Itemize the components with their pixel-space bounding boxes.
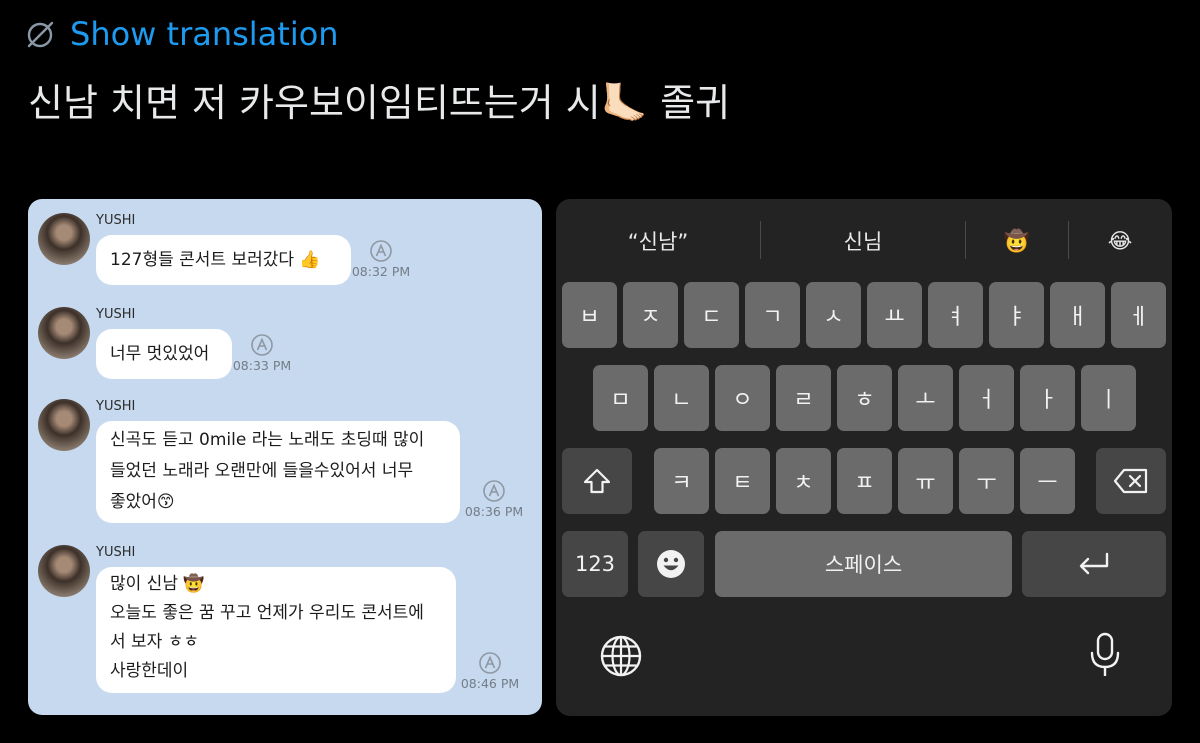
message-line: 많이 신남 🤠 bbox=[110, 574, 205, 594]
key[interactable]: ㅔ bbox=[1111, 282, 1166, 348]
key[interactable]: ㅎ bbox=[837, 365, 892, 431]
avatar bbox=[38, 307, 90, 359]
microphone-icon[interactable] bbox=[1088, 631, 1122, 679]
translate-icon bbox=[27, 21, 54, 48]
message-bubble: 신곡도 듣고 0mile 라는 노래도 초딩때 많이 들었던 노래라 오랜만에 … bbox=[96, 421, 460, 523]
read-status-icon bbox=[479, 652, 501, 674]
read-status-icon bbox=[370, 240, 392, 262]
message-line: 들었던 노래라 오랜만에 들을수있어서 너무 bbox=[110, 461, 414, 481]
shift-key[interactable] bbox=[562, 448, 632, 514]
emoji-icon bbox=[657, 550, 685, 578]
suggestion-item[interactable]: 신님 bbox=[761, 221, 965, 261]
message-line: 너무 멋있었어 bbox=[110, 344, 210, 364]
suggestion-emoji[interactable]: 🤠 bbox=[966, 221, 1068, 261]
message-bubble: 127형들 콘서트 보러갔다 👍 bbox=[96, 235, 351, 285]
message-line: 127형들 콘서트 보러갔다 👍 bbox=[110, 250, 321, 270]
key[interactable]: ㅑ bbox=[989, 282, 1044, 348]
key[interactable]: ㅍ bbox=[837, 448, 892, 514]
key[interactable]: ㅛ bbox=[867, 282, 922, 348]
key[interactable]: ㅕ bbox=[928, 282, 983, 348]
read-status-icon bbox=[483, 480, 505, 502]
key[interactable]: ㅜ bbox=[959, 448, 1014, 514]
key[interactable]: ㅠ bbox=[898, 448, 953, 514]
message-meta: 08:36 PM bbox=[464, 479, 524, 519]
tweet-text: 신남 치면 저 카우보이임티뜨는거 시🦶🏻 졸귀 bbox=[28, 81, 731, 125]
show-translation-link[interactable]: Show translation bbox=[24, 14, 339, 54]
message-bubble: 너무 멋있었어 bbox=[96, 329, 232, 379]
key[interactable]: ㅣ bbox=[1081, 365, 1136, 431]
key[interactable]: ㅂ bbox=[562, 282, 617, 348]
read-status-icon bbox=[251, 334, 273, 356]
message-line: 서 보자 ㅎㅎ bbox=[110, 632, 200, 652]
sender-name: YUSHI bbox=[96, 399, 136, 414]
key[interactable]: ㄱ bbox=[745, 282, 800, 348]
suggestion-emoji[interactable]: 😂 bbox=[1069, 221, 1171, 261]
message-line: 오늘도 좋은 꿈 꾸고 언제가 우리도 콘서트에 bbox=[110, 603, 424, 623]
keyboard-screenshot: “신남” 신님 🤠 😂 ㅂ ㅈ ㄷ ㄱ ㅅ ㅛ ㅕ ㅑ ㅐ ㅔ ㅁ ㄴ ㅇ ㄹ … bbox=[556, 199, 1172, 716]
chat-screenshot: YUSHI 127형들 콘서트 보러갔다 👍 08:32 PM YUSHI 너무… bbox=[28, 199, 542, 715]
message-time: 08:46 PM bbox=[460, 676, 520, 691]
message-meta: 08:46 PM bbox=[460, 651, 520, 691]
key[interactable]: ㄷ bbox=[684, 282, 739, 348]
emoji-key[interactable] bbox=[638, 531, 704, 597]
message-line: 좋았어😙 bbox=[110, 492, 175, 512]
key[interactable]: ㅓ bbox=[959, 365, 1014, 431]
message-line: 사랑한데이 bbox=[110, 661, 189, 681]
key[interactable]: ㅊ bbox=[776, 448, 831, 514]
globe-icon[interactable] bbox=[598, 633, 644, 679]
key[interactable]: ㅏ bbox=[1020, 365, 1075, 431]
message-meta: 08:32 PM bbox=[351, 239, 411, 279]
backspace-icon bbox=[1113, 468, 1148, 494]
key[interactable]: ㅌ bbox=[715, 448, 770, 514]
avatar bbox=[38, 545, 90, 597]
avatar bbox=[38, 399, 90, 451]
key[interactable]: ㅈ bbox=[623, 282, 678, 348]
key[interactable]: ㅋ bbox=[654, 448, 709, 514]
sender-name: YUSHI bbox=[96, 213, 136, 228]
sender-name: YUSHI bbox=[96, 545, 136, 560]
space-key[interactable]: 스페이스 bbox=[715, 531, 1012, 597]
shift-icon bbox=[583, 468, 611, 494]
message-time: 08:32 PM bbox=[351, 264, 411, 279]
key[interactable]: ㅡ bbox=[1020, 448, 1075, 514]
message-time: 08:36 PM bbox=[464, 504, 524, 519]
key[interactable]: ㅗ bbox=[898, 365, 953, 431]
chat-message: YUSHI 너무 멋있었어 08:33 PM bbox=[38, 307, 538, 382]
return-icon bbox=[1079, 552, 1109, 575]
chat-message: YUSHI 신곡도 듣고 0mile 라는 노래도 초딩때 많이 들었던 노래라… bbox=[38, 399, 538, 529]
key[interactable]: ㅐ bbox=[1050, 282, 1105, 348]
sender-name: YUSHI bbox=[96, 307, 136, 322]
message-meta: 08:33 PM bbox=[232, 333, 292, 373]
chat-message: YUSHI 많이 신남 🤠 오늘도 좋은 꿈 꾸고 언제가 우리도 콘서트에 서… bbox=[38, 545, 538, 700]
numbers-key[interactable]: 123 bbox=[562, 531, 628, 597]
suggestion-item[interactable]: “신남” bbox=[556, 221, 760, 261]
chat-message: YUSHI 127형들 콘서트 보러갔다 👍 08:32 PM bbox=[38, 213, 538, 293]
suggestion-bar: “신남” 신님 🤠 😂 bbox=[556, 199, 1172, 279]
key[interactable]: ㅇ bbox=[715, 365, 770, 431]
backspace-key[interactable] bbox=[1096, 448, 1166, 514]
message-time: 08:33 PM bbox=[232, 358, 292, 373]
space-key-label: 스페이스 bbox=[824, 553, 903, 577]
key[interactable]: ㅁ bbox=[593, 365, 648, 431]
numbers-key-label: 123 bbox=[574, 552, 616, 576]
show-translation-label: Show translation bbox=[70, 15, 339, 53]
key[interactable]: ㄴ bbox=[654, 365, 709, 431]
key[interactable]: ㄹ bbox=[776, 365, 831, 431]
return-key[interactable] bbox=[1022, 531, 1166, 597]
avatar bbox=[38, 213, 90, 265]
message-line: 신곡도 듣고 0mile 라는 노래도 초딩때 많이 bbox=[110, 430, 425, 450]
key[interactable]: ㅅ bbox=[806, 282, 861, 348]
message-bubble: 많이 신남 🤠 오늘도 좋은 꿈 꾸고 언제가 우리도 콘서트에 서 보자 ㅎㅎ… bbox=[96, 567, 456, 693]
